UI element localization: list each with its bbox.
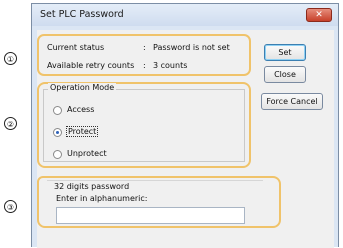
close-button[interactable]: Close [264,66,306,83]
force-cancel-button[interactable]: Force Cancel [261,93,323,110]
password-group-label: 32 digits password [54,182,130,191]
radio-access-label: Access [67,105,95,114]
current-status-value: Password is not set [153,43,230,52]
password-group-line [47,180,263,181]
password-prompt: Enter in alphanumeric: [56,194,148,203]
radio-protect-label: Protect [66,126,99,137]
callout-1: ① [4,52,17,65]
current-status-separator: : [143,43,146,52]
title-bar: Set PLC Password ✕ [32,4,338,26]
retry-count-value: 3 counts [153,61,188,70]
current-status-label: Current status [47,43,105,52]
status-section: Current status : Password is not set Ava… [37,34,251,76]
close-icon: ✕ [315,10,323,20]
radio-button[interactable] [53,150,62,159]
set-button[interactable]: Set [264,44,306,61]
dialog-body: Current status : Password is not set Ava… [37,30,334,248]
password-input[interactable] [56,207,245,224]
operation-mode-section: Operation Mode Access Protect Unprotect [37,82,251,168]
retry-count-separator: : [143,61,146,70]
window-close-button[interactable]: ✕ [306,8,332,22]
window-title: Set PLC Password [40,9,124,20]
callout-2: ② [4,117,17,130]
radio-unprotect-label: Unprotect [67,149,107,158]
callout-3: ③ [4,200,17,213]
operation-mode-label: Operation Mode [48,83,117,92]
retry-count-label: Available retry counts [47,61,135,70]
radio-button-selected[interactable] [53,128,62,137]
set-plc-password-dialog: Set PLC Password ✕ Current status : Pass… [31,3,339,248]
radio-button[interactable] [53,106,62,115]
